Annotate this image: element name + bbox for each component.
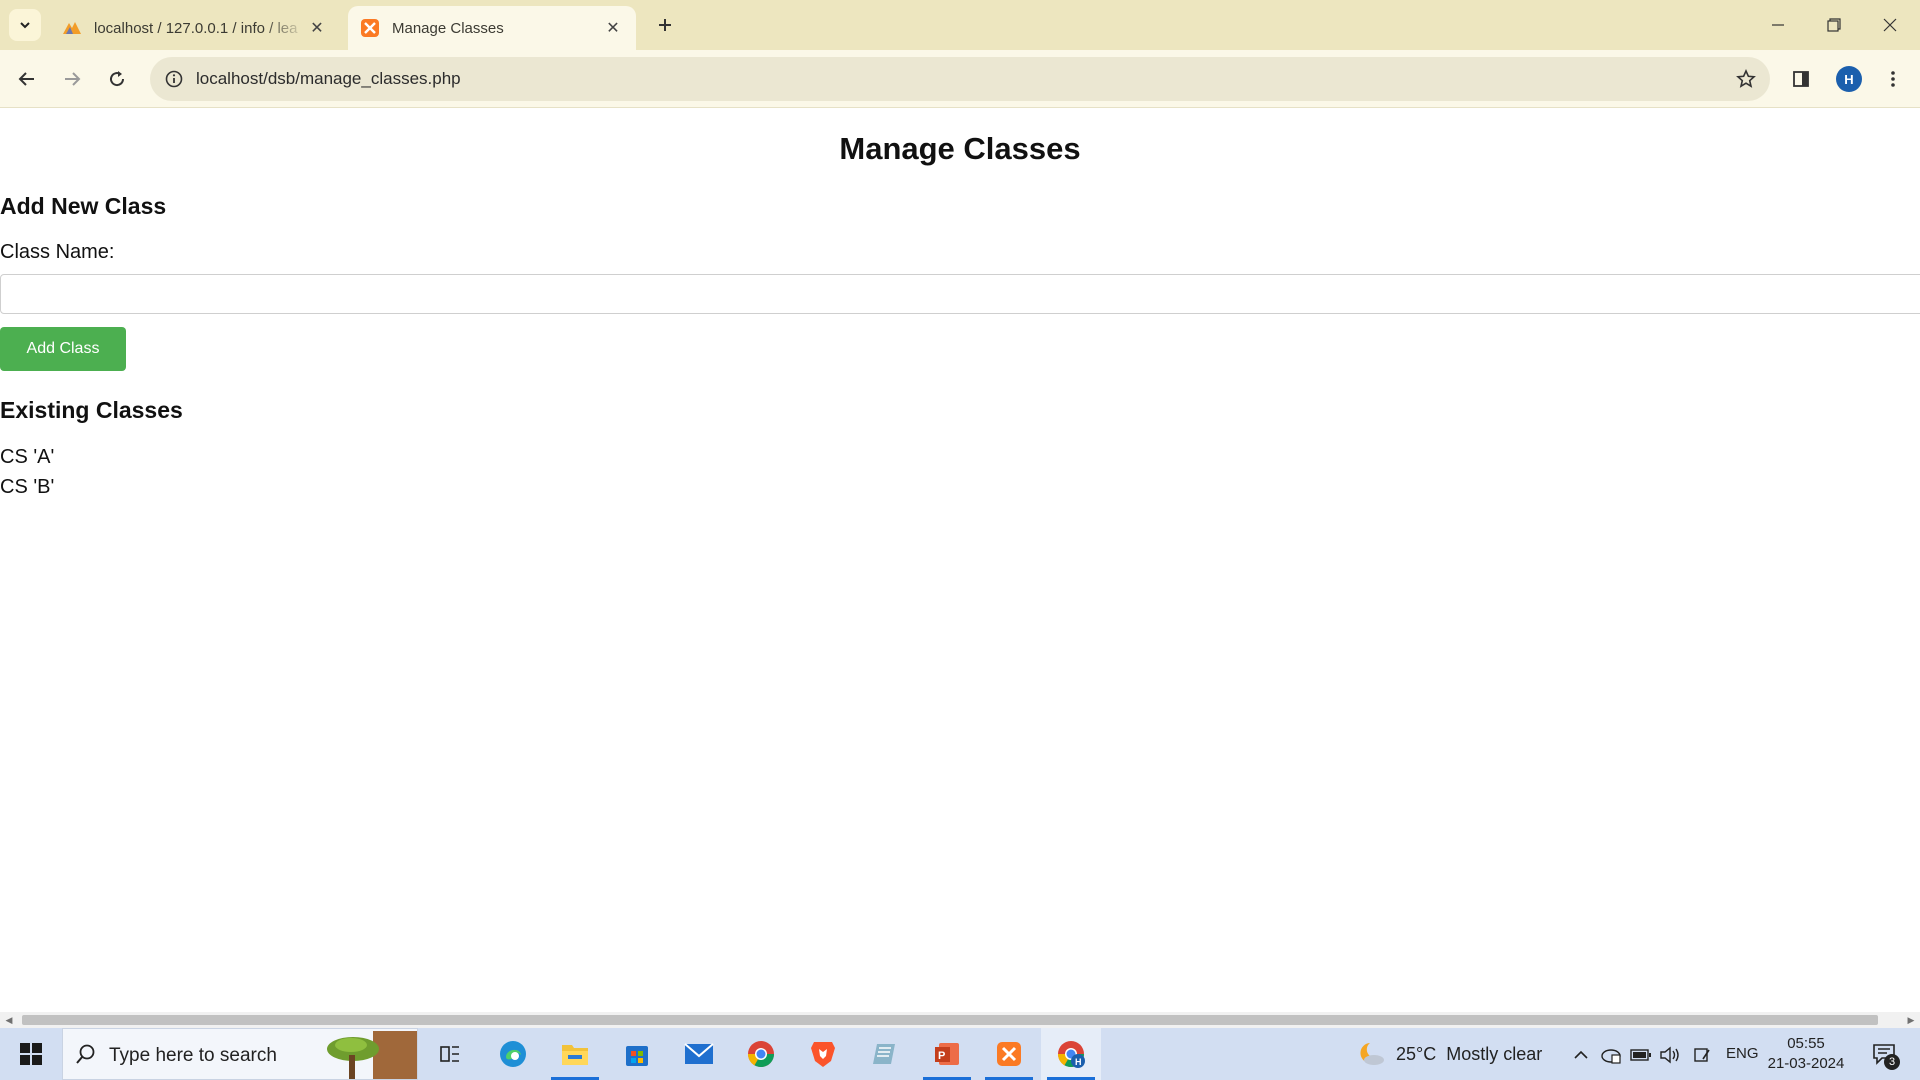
brave-icon [811, 1042, 835, 1067]
weather-widget[interactable]: 25°C Mostly clear [1356, 1028, 1542, 1080]
task-view-button[interactable] [420, 1028, 480, 1080]
more-vertical-icon [1891, 71, 1895, 87]
battery-icon [1630, 1049, 1651, 1061]
clock-date: 21-03-2024 [1767, 1055, 1845, 1072]
profile-avatar[interactable]: H [1836, 66, 1862, 92]
reload-button[interactable] [100, 62, 134, 96]
input-method-tray[interactable] [1691, 1044, 1713, 1066]
close-tab-icon[interactable]: ✕ [602, 17, 624, 39]
taskbar-edge[interactable] [483, 1028, 543, 1080]
tab-title: Manage Classes [392, 19, 504, 37]
browser-menu-button[interactable] [1876, 62, 1910, 96]
search-icon [76, 1044, 95, 1064]
tab-phpmyadmin[interactable]: localhost / 127.0.0.1 / info / lea ✕ [50, 6, 340, 50]
new-tab-button[interactable] [650, 10, 680, 40]
page-title: Manage Classes [839, 131, 1081, 166]
taskbar-chrome-profile[interactable]: H [1041, 1028, 1101, 1080]
svg-text:P: P [938, 1050, 945, 1062]
arrow-right-icon [65, 72, 81, 86]
mail-icon [684, 1043, 714, 1064]
class-name-input[interactable] [0, 274, 1920, 314]
notepad-icon [873, 1044, 895, 1064]
scroll-left-icon[interactable]: ◀ [4, 1015, 14, 1025]
minimize-icon [1772, 24, 1784, 26]
taskbar-store[interactable] [607, 1028, 667, 1080]
taskbar-search[interactable]: Type here to search [62, 1028, 418, 1080]
class-list-item: CS 'B' [0, 476, 55, 498]
arrow-left-icon [18, 72, 34, 86]
restore-button[interactable] [1806, 0, 1862, 50]
taskbar-powerpoint[interactable]: P [917, 1028, 977, 1080]
chrome-icon [747, 1041, 775, 1068]
tab-search-button[interactable] [9, 9, 41, 41]
add-class-button[interactable]: Add Class [0, 327, 126, 371]
class-list-item: CS 'A' [0, 446, 55, 468]
search-highlight-tree-icon [327, 1031, 417, 1079]
start-button[interactable] [0, 1028, 62, 1080]
taskbar-chrome[interactable] [731, 1028, 791, 1080]
file-explorer-icon [562, 1045, 588, 1065]
side-panel-icon [1793, 71, 1809, 87]
notification-count-badge: 3 [1884, 1054, 1900, 1070]
search-placeholder: Type here to search [109, 1045, 277, 1066]
svg-text:H: H [1075, 1057, 1082, 1067]
battery-tray[interactable] [1630, 1044, 1652, 1066]
site-info-icon[interactable] [160, 65, 188, 93]
page-content: Manage Classes Add New Class Class Name:… [0, 109, 1920, 1012]
address-bar[interactable]: localhost/dsb/manage_classes.php [150, 57, 1770, 101]
weather-temp: 25°C [1396, 1043, 1437, 1064]
clock-time: 05:55 [1787, 1035, 1825, 1052]
plus-icon [659, 19, 671, 31]
language-indicator[interactable]: ENG [1726, 1045, 1759, 1062]
taskbar-notepad[interactable] [855, 1028, 915, 1080]
taskbar-xampp[interactable] [979, 1028, 1039, 1080]
xampp-icon [997, 1042, 1021, 1066]
phpmyadmin-icon [62, 18, 82, 38]
windows-icon [20, 1043, 42, 1065]
speaker-icon [1660, 1046, 1679, 1064]
bookmark-star-icon[interactable] [1732, 65, 1760, 93]
existing-classes-heading: Existing Classes [0, 397, 183, 423]
minimize-button[interactable] [1750, 0, 1806, 50]
url-text[interactable]: localhost/dsb/manage_classes.php [196, 69, 461, 89]
tab-manage-classes[interactable]: Manage Classes ✕ [348, 6, 636, 50]
browser-toolbar: localhost/dsb/manage_classes.php [0, 50, 1920, 108]
system-clock[interactable]: 05:55 21-03-2024 [1766, 1034, 1846, 1074]
back-button[interactable] [10, 62, 44, 96]
xampp-icon [360, 18, 380, 38]
store-icon [626, 1046, 648, 1066]
close-icon [1883, 18, 1897, 32]
restore-icon [1827, 18, 1841, 32]
forward-button[interactable] [55, 62, 89, 96]
cloud-network-icon [1601, 1049, 1621, 1064]
tab-title: localhost / 127.0.0.1 / info / lea [94, 19, 298, 37]
add-class-heading: Add New Class [0, 193, 167, 219]
scroll-right-icon[interactable]: ▶ [1906, 1015, 1916, 1025]
notification-center-button[interactable]: 3 [1864, 1038, 1904, 1070]
class-name-label: Class Name: [0, 241, 115, 263]
volume-tray[interactable] [1659, 1044, 1681, 1066]
chrome-profile-icon: H [1057, 1041, 1085, 1068]
horizontal-scrollbar[interactable]: ◀ ▶ [0, 1012, 1920, 1028]
task-view-icon [440, 1046, 459, 1062]
show-hidden-icons-button[interactable] [1570, 1044, 1592, 1066]
close-tab-icon[interactable]: ✕ [306, 17, 328, 39]
chevron-down-icon [20, 22, 30, 29]
browser-tab-bar: localhost / 127.0.0.1 / info / lea ✕ Man… [0, 0, 1920, 50]
weather-description: Mostly clear [1446, 1043, 1543, 1064]
taskbar: Type here to search P H 25°C Mostly clea… [0, 1028, 1920, 1080]
taskbar-brave[interactable] [793, 1028, 853, 1080]
side-panel-button[interactable] [1784, 62, 1818, 96]
taskbar-file-explorer[interactable] [545, 1028, 605, 1080]
reload-icon [110, 71, 125, 87]
pen-tablet-icon [1694, 1048, 1710, 1062]
onedrive-tray[interactable] [1600, 1044, 1622, 1066]
chevron-up-icon [1574, 1050, 1588, 1059]
close-window-button[interactable] [1862, 0, 1918, 50]
edge-icon [500, 1041, 526, 1067]
scrollbar-thumb[interactable] [22, 1015, 1878, 1025]
moon-cloud-icon [1360, 1043, 1384, 1065]
powerpoint-icon: P [935, 1043, 959, 1065]
taskbar-mail[interactable] [669, 1028, 729, 1080]
